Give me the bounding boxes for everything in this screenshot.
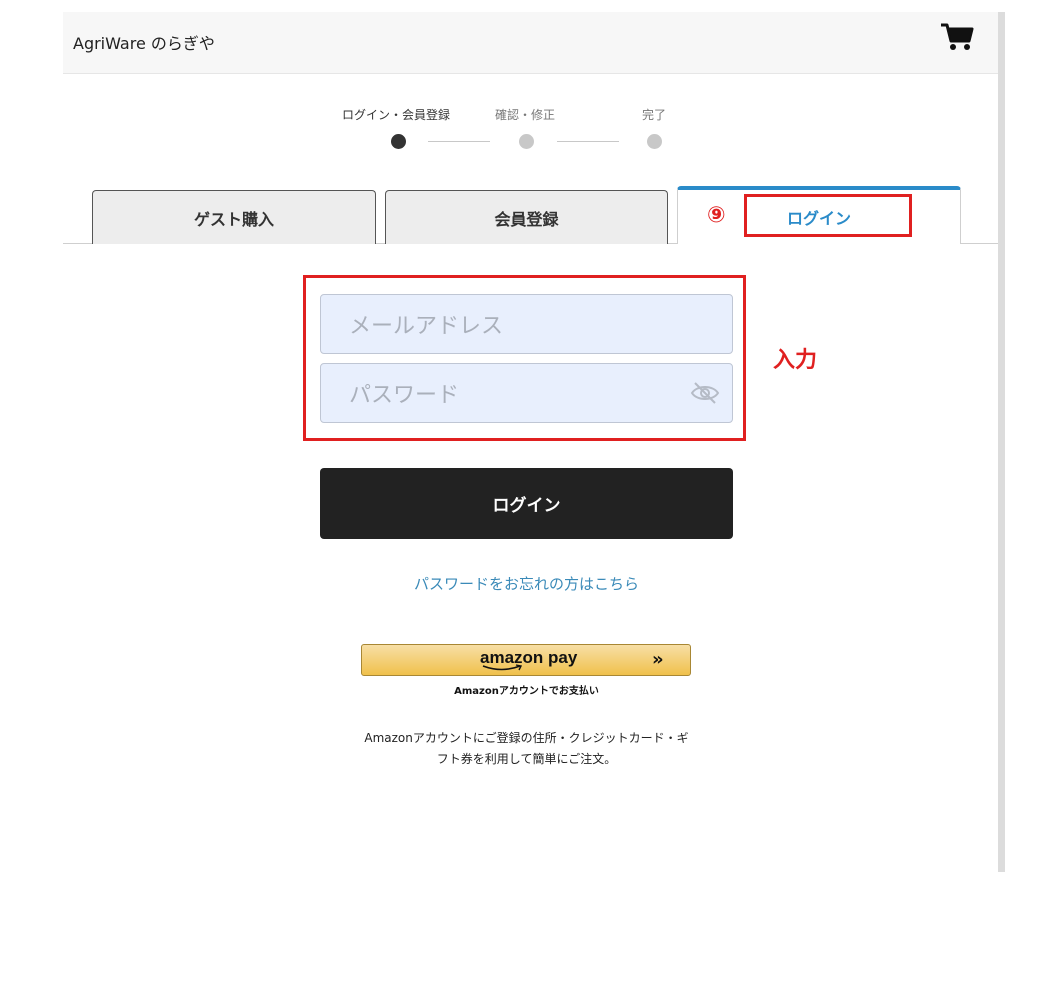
page-frame: AgriWare のらぎや ログイン・会員登録 確認・修正 完了 ゲスト購入 会… <box>63 12 998 872</box>
cart-icon[interactable] <box>940 22 974 52</box>
step-dot-confirm <box>519 134 534 149</box>
scrollbar[interactable] <box>998 12 1005 872</box>
step-connector <box>428 141 490 142</box>
amazon-pay-button[interactable]: amazon pay » <box>361 644 691 676</box>
password-field[interactable]: パスワード <box>320 363 733 423</box>
login-button[interactable]: ログイン <box>320 468 733 539</box>
checkout-steps: ログイン・会員登録 確認・修正 完了 <box>63 106 998 156</box>
tab-bar: ゲスト購入 会員登録 ログイン ⑨ <box>63 186 998 244</box>
tab-register[interactable]: 会員登録 <box>385 190 668 244</box>
amazon-pay-caption: Amazonアカウントでお支払い <box>454 686 599 697</box>
amazon-smile-icon <box>482 664 523 671</box>
step-label-complete: 完了 <box>642 108 667 122</box>
amazon-pay-description: Amazonアカウントにご登録の住所・クレジットカード・ギフト券を利用して簡単に… <box>364 731 689 766</box>
annotation-input-note: 入力 <box>773 348 818 373</box>
step-label-login: ログイン・会員登録 <box>342 108 451 122</box>
brand-name[interactable]: AgriWare のらぎや <box>73 30 215 54</box>
password-placeholder: パスワード <box>349 383 460 408</box>
step-connector <box>557 141 619 142</box>
forgot-password-link[interactable]: パスワードをお忘れの方はこちら <box>63 573 990 594</box>
step-dot-complete <box>647 134 662 149</box>
tab-guest-purchase[interactable]: ゲスト購入 <box>92 190 376 244</box>
annotation-step-number: ⑨ <box>707 203 726 228</box>
email-field[interactable]: メールアドレス <box>320 294 733 354</box>
step-label-confirm: 確認・修正 <box>495 108 556 122</box>
double-chevron-icon: » <box>652 649 664 670</box>
header: AgriWare のらぎや <box>63 12 998 74</box>
step-dot-login <box>391 134 406 149</box>
annotation-highlight-login-tab <box>744 194 912 237</box>
eye-off-icon[interactable] <box>690 381 720 405</box>
